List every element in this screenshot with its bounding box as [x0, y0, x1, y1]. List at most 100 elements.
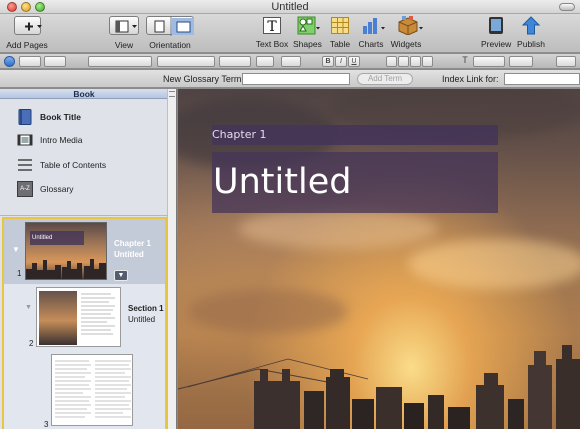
page-2-subtitle: Untitled	[128, 315, 156, 324]
city-skyline-image	[178, 345, 580, 429]
plus-icon	[13, 16, 42, 35]
font-family-popup[interactable]	[157, 56, 215, 67]
charts-button[interactable]: Charts	[356, 16, 386, 49]
cloud-shape	[408, 239, 580, 289]
table-button[interactable]: Table	[327, 16, 353, 49]
table-icon	[330, 16, 350, 35]
page-2-title: Section 1	[128, 304, 164, 313]
disclosure-triangle-icon[interactable]: ▼	[12, 245, 20, 254]
page-2-thumbnail[interactable]	[36, 287, 121, 347]
underline-button[interactable]: U	[348, 56, 360, 67]
page-1-subtitle: Untitled	[114, 250, 144, 259]
book-icon	[17, 109, 33, 125]
index-link-input[interactable]	[504, 73, 580, 85]
sidebar-header: Book	[0, 89, 168, 99]
sidebar-item-intro-media[interactable]: Intro Media	[0, 129, 168, 151]
page-thumbnails: ▼ 1 Untitled Chapter 1 Untitled ▼ ▼ 2 Se…	[2, 217, 167, 429]
main-toolbar: Add Pages View Orientation T Text Box Sh…	[0, 14, 580, 53]
italic-button[interactable]: I	[335, 56, 347, 67]
toolbar-toggle-button[interactable]	[559, 3, 575, 11]
align-left-button[interactable]	[386, 56, 397, 67]
page-canvas[interactable]: Chapter 1 Untitled	[178, 89, 580, 429]
window-titlebar: Untitled	[0, 0, 580, 14]
add-pages-button[interactable]: Add Pages	[6, 16, 48, 50]
book-sidebar: Book Book Title Intro Media Table of Con…	[0, 89, 177, 429]
widgets-label: Widgets	[390, 39, 422, 49]
publish-label: Publish	[517, 39, 545, 49]
list-bullets-popup[interactable]	[556, 56, 576, 67]
sidebar-scrollbar[interactable]	[167, 89, 176, 429]
zoom-window-button[interactable]	[35, 2, 45, 12]
window-title: Untitled	[271, 1, 309, 13]
sidebar-item-label: Intro Media	[40, 135, 83, 145]
line-spacing-popup[interactable]	[473, 56, 505, 67]
add-term-button[interactable]: Add Term	[357, 73, 413, 85]
orientation-control: Orientation	[144, 16, 196, 50]
sidebar-item-glossary[interactable]: A-Z Glossary	[0, 178, 168, 200]
chapter-title: Untitled	[213, 162, 352, 202]
add-pages-label: Add Pages	[6, 40, 48, 50]
text-box-label: Text Box	[255, 39, 289, 49]
page-number: 3	[44, 420, 49, 429]
chapter-label: Chapter 1	[212, 128, 267, 141]
shapes-icon	[297, 16, 320, 35]
shapes-button[interactable]: Shapes	[293, 16, 322, 49]
chapter-title-box[interactable]: Untitled	[212, 152, 498, 213]
align-center-button[interactable]	[398, 56, 409, 67]
publish-button[interactable]: Publish	[515, 16, 547, 49]
page-3-thumbnail[interactable]	[51, 354, 133, 426]
close-window-button[interactable]	[7, 2, 17, 12]
text-spacing-icon: T	[462, 55, 468, 65]
page-number: 1	[17, 269, 22, 278]
format-bar: B I U T	[0, 54, 580, 69]
align-justify-button[interactable]	[422, 56, 433, 67]
chapter-label-box[interactable]: Chapter 1	[212, 125, 498, 145]
view-button[interactable]: View	[108, 16, 140, 50]
preview-label: Preview	[481, 39, 512, 49]
text-box-button[interactable]: T Text Box	[254, 16, 290, 49]
minimize-window-button[interactable]	[21, 2, 31, 12]
disclosure-triangle-icon[interactable]: ▼	[25, 304, 32, 311]
resize-grip-icon[interactable]	[169, 91, 175, 97]
view-label: View	[114, 40, 134, 50]
page-1-thumbnail-image: Untitled	[25, 222, 107, 280]
shapes-label: Shapes	[293, 39, 322, 49]
svg-text:T: T	[267, 19, 277, 35]
layout-menu-button[interactable]: ▼	[114, 270, 128, 281]
table-label: Table	[329, 39, 351, 49]
preview-button[interactable]: Preview	[481, 16, 511, 49]
page-2-thumbnail-image	[39, 291, 77, 345]
film-icon	[17, 132, 33, 148]
text-box-icon: T	[262, 16, 282, 35]
font-typeface-popup[interactable]	[219, 56, 251, 67]
inspector-toggle-icon[interactable]	[4, 56, 15, 67]
orientation-label: Orientation	[149, 40, 191, 50]
glossary-bar: New Glossary Term Add Term Index Link fo…	[0, 70, 580, 88]
thumbnail-title: Untitled	[30, 231, 84, 245]
sidebar-item-label: Book Title	[40, 112, 81, 122]
widgets-box-icon	[396, 16, 423, 36]
page-1-title: Chapter 1	[114, 239, 151, 248]
sidebar-divider	[0, 215, 168, 216]
page-thumbnail-chapter-1[interactable]: ▼ 1 Untitled Chapter 1 Untitled ▼	[2, 217, 167, 284]
list-style-popup[interactable]	[44, 56, 66, 67]
widgets-button[interactable]: Widgets	[389, 16, 423, 49]
view-icon	[109, 16, 139, 35]
new-glossary-term-input[interactable]	[242, 73, 350, 85]
paragraph-style-popup[interactable]	[19, 56, 41, 67]
columns-popup[interactable]	[509, 56, 533, 67]
bold-button[interactable]: B	[322, 56, 334, 67]
cloud-shape	[238, 209, 438, 249]
sidebar-item-table-of-contents[interactable]: Table of Contents	[0, 154, 168, 176]
charts-label: Charts	[358, 39, 384, 49]
index-link-label: Index Link for:	[442, 74, 499, 84]
character-style-popup[interactable]	[88, 56, 152, 67]
font-size-field[interactable]	[256, 56, 274, 67]
sidebar-item-book-title[interactable]: Book Title	[0, 106, 168, 128]
sidebar-item-label: Glossary	[40, 184, 74, 194]
align-right-button[interactable]	[410, 56, 421, 67]
publish-arrow-icon	[521, 16, 541, 35]
sidebar-item-label: Table of Contents	[40, 160, 107, 170]
page-number: 2	[29, 339, 34, 348]
text-color-well[interactable]	[281, 56, 301, 67]
